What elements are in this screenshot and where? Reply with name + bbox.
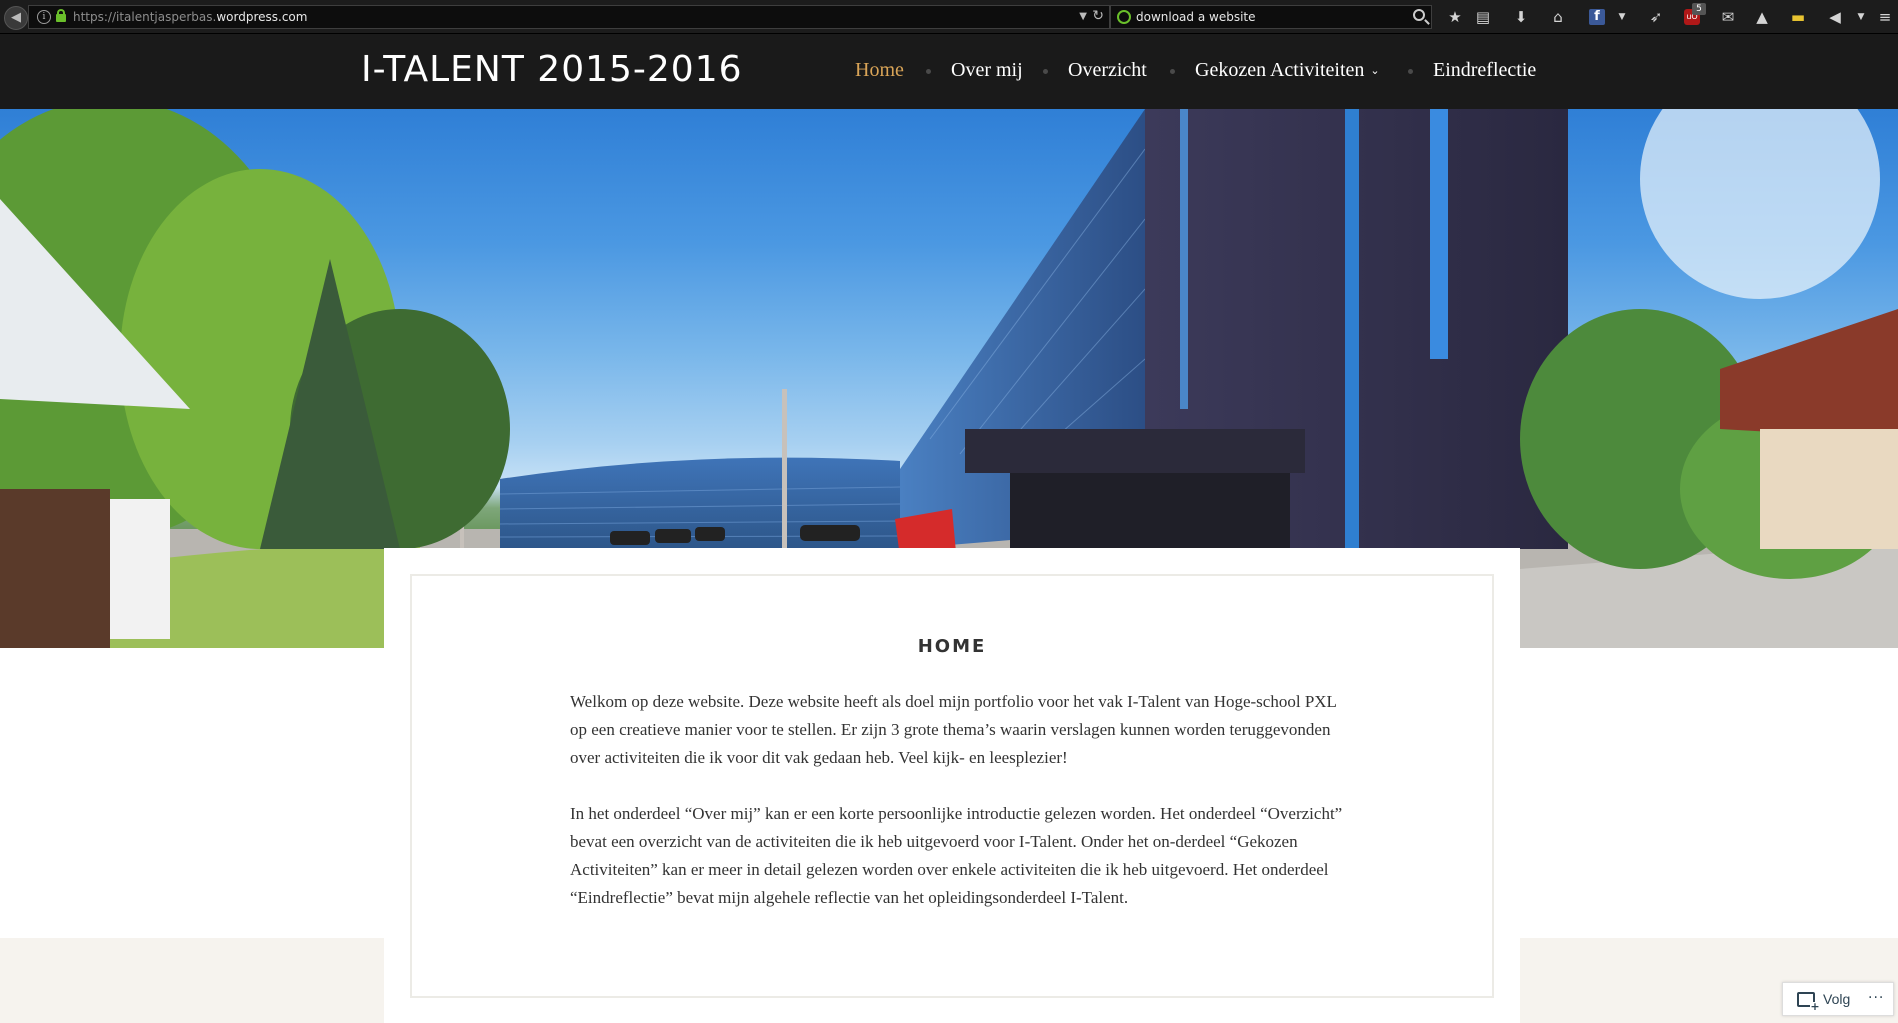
- ublock-badge: 5: [1692, 3, 1706, 15]
- entry-paragraph: In het onderdeel “Over mij” kan er een k…: [570, 804, 1343, 907]
- url-host: wordpress.com: [216, 10, 308, 24]
- back-button[interactable]: ◀: [4, 6, 28, 30]
- entry-paragraph: Welkom op deze website. Deze website hee…: [570, 692, 1337, 767]
- search-bar[interactable]: download a website: [1110, 5, 1432, 29]
- extension-dropdown-icon[interactable]: ▼: [1851, 7, 1871, 27]
- send-icon[interactable]: ➶: [1646, 7, 1666, 27]
- lock-icon[interactable]: [56, 9, 66, 22]
- facebook-dropdown-icon[interactable]: ▼: [1612, 7, 1632, 27]
- site-title[interactable]: I-TALENT 2015-2016: [361, 49, 743, 90]
- reload-icon[interactable]: ↻: [1092, 8, 1104, 24]
- facebook-icon[interactable]: f: [1589, 9, 1605, 25]
- entry-content: Welkom op deze website. Deze website hee…: [570, 688, 1346, 940]
- url-bar[interactable]: i https://italentjasperbas.wordpress.com…: [28, 5, 1110, 29]
- entry-card: HOME Welkom op deze website. Deze websit…: [410, 574, 1494, 998]
- menu-icon[interactable]: ≡: [1875, 7, 1895, 27]
- search-input[interactable]: download a website: [1136, 10, 1256, 24]
- url-prefix: https://italentjasperbas.: [73, 10, 217, 24]
- bookmark-star-icon[interactable]: ★: [1445, 7, 1465, 27]
- browser-toolbar: ◀ i https://italentjasperbas.wordpress.c…: [0, 0, 1898, 34]
- follow-widget: Volg ···: [1782, 982, 1894, 1016]
- mail-icon[interactable]: ✉: [1718, 7, 1738, 27]
- menu-separator: [1170, 69, 1175, 74]
- home-icon[interactable]: ⌂: [1548, 7, 1568, 27]
- menu-separator: [926, 69, 931, 74]
- menu-item-over-mij[interactable]: Over mij: [951, 59, 1023, 82]
- megaphone-icon[interactable]: ◀: [1825, 7, 1845, 27]
- menu-item-label: Gekozen Activiteiten: [1195, 59, 1365, 81]
- chevron-down-icon: ⌄: [1370, 65, 1380, 77]
- info-icon[interactable]: i: [37, 10, 51, 24]
- search-icon[interactable]: [1413, 9, 1425, 21]
- note-icon[interactable]: ▬: [1788, 7, 1808, 27]
- warning-icon[interactable]: ▲: [1752, 7, 1772, 27]
- menu-item-overzicht[interactable]: Overzicht: [1068, 59, 1147, 82]
- clipboard-icon[interactable]: ▤: [1473, 7, 1493, 27]
- menu-separator: [1408, 69, 1413, 74]
- entry-title: HOME: [917, 636, 987, 657]
- more-options-icon[interactable]: ···: [1868, 990, 1884, 1006]
- menu-item-eindreflectie[interactable]: Eindreflectie: [1433, 59, 1536, 82]
- menu-item-home[interactable]: Home: [855, 59, 904, 82]
- download-icon[interactable]: ⬇: [1511, 7, 1531, 27]
- follow-button[interactable]: Volg: [1823, 991, 1850, 1007]
- reader-follow-icon[interactable]: [1797, 992, 1820, 1012]
- site-header: I-TALENT 2015-2016 Home Over mij Overzic…: [0, 34, 1898, 109]
- url-text[interactable]: https://italentjasperbas.wordpress.com: [73, 10, 307, 24]
- url-dropdown-icon[interactable]: ▼: [1079, 11, 1087, 22]
- search-engine-icon[interactable]: [1117, 10, 1131, 24]
- menu-separator: [1043, 69, 1048, 74]
- menu-item-gekozen-activiteiten[interactable]: Gekozen Activiteiten ⌄: [1195, 59, 1380, 82]
